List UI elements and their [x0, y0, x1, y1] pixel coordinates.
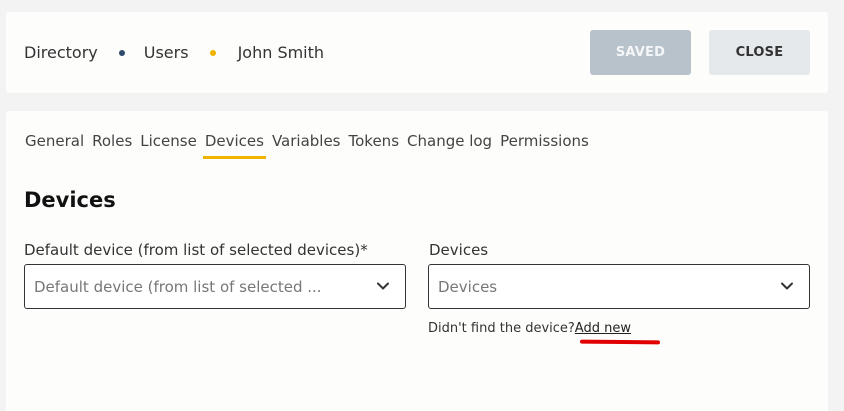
breadcrumb-users[interactable]: Users — [144, 43, 189, 62]
main-card: General Roles License Devices Variables … — [6, 111, 828, 411]
tab-general[interactable]: General — [25, 132, 84, 159]
default-device-select[interactable]: Default device (from list of selected ..… — [24, 264, 406, 309]
breadcrumb: Directory Users John Smith — [24, 12, 324, 93]
saved-button[interactable]: SAVED — [590, 30, 691, 75]
tab-roles[interactable]: Roles — [92, 132, 132, 159]
chevron-down-icon — [377, 282, 389, 290]
default-device-label: Default device (from list of selected de… — [24, 241, 368, 259]
breadcrumb-separator-dot — [209, 49, 216, 56]
add-new-device-link[interactable]: Add new — [575, 321, 631, 336]
device-hint-text: Didn't find the device? — [428, 321, 575, 336]
device-hint: Didn't find the device?Add new — [428, 321, 631, 336]
devices-label: Devices — [429, 241, 489, 259]
tab-tokens[interactable]: Tokens — [349, 132, 400, 159]
chevron-down-icon — [781, 282, 793, 290]
devices-placeholder: Devices — [438, 277, 498, 296]
breadcrumb-current-user: John Smith — [237, 43, 325, 62]
tab-change-log[interactable]: Change log — [407, 132, 492, 159]
breadcrumb-separator-dot — [118, 49, 125, 56]
tab-devices[interactable]: Devices — [202, 132, 267, 159]
header-card: Directory Users John Smith SAVED CLOSE — [6, 12, 828, 93]
default-device-placeholder: Default device (from list of selected ..… — [34, 277, 322, 296]
close-button[interactable]: CLOSE — [709, 30, 810, 75]
tab-bar: General Roles License Devices Variables … — [25, 132, 597, 159]
annotation-underline — [579, 339, 661, 345]
devices-select[interactable]: Devices — [428, 264, 810, 309]
breadcrumb-directory[interactable]: Directory — [24, 43, 98, 62]
tab-variables[interactable]: Variables — [272, 132, 341, 159]
tab-permissions[interactable]: Permissions — [500, 132, 589, 159]
tab-license[interactable]: License — [140, 132, 197, 159]
section-title: Devices — [24, 188, 116, 212]
